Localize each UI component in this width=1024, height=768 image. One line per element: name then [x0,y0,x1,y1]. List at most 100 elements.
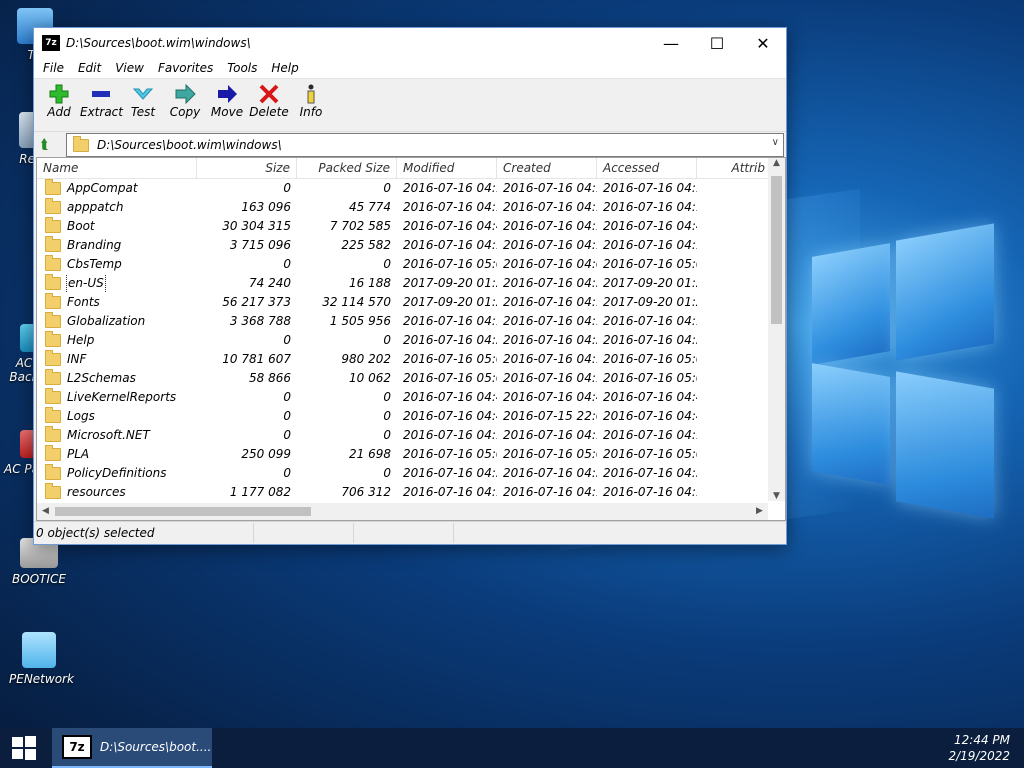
file-name: LiveKernelReports [67,390,177,404]
menu-help[interactable]: Help [264,61,305,75]
status-segment [354,523,454,543]
title-bar[interactable]: 7z D:\Sources\boot.wim\windows\ — ☐ ✕ [34,28,786,58]
cell-modified: 2016-07-16 04:13 [403,181,497,195]
scroll-left-arrow-icon[interactable]: ◀ [37,506,54,516]
menu-favorites[interactable]: Favorites [151,61,220,75]
cell-size: 163 096 [241,200,291,214]
chevron-down-icon[interactable]: ∨ [772,137,779,148]
extract-button[interactable]: Extract [80,79,123,119]
cell-modified: 2016-07-16 05:01 [403,447,497,461]
cell-size: 0 [283,428,291,442]
cell-size: 0 [283,181,291,195]
table-row[interactable]: Boot 30 304 315 7 702 585 2016-07-16 04:42 2… [37,217,785,236]
info-button[interactable]: Info [290,79,332,119]
cell-packed-size: 706 312 [341,485,391,499]
scroll-up-arrow-icon[interactable]: ▲ [768,158,785,168]
table-row[interactable]: CbsTemp 0 0 2016-07-16 05:01 2016-07-16 04:0… [37,255,785,274]
table-row[interactable]: apppatch 163 096 45 774 2016-07-16 04:13 201… [37,198,785,217]
cell-packed-size: 1 505 956 [329,314,391,328]
taskbar-item-title: D:\Sources\boot.... [100,740,212,754]
horizontal-scrollbar[interactable]: ◀ ▶ [37,503,768,520]
table-row[interactable]: PLA 250 099 21 698 2016-07-16 05:01 2016-07-… [37,445,785,464]
scroll-right-arrow-icon[interactable]: ▶ [751,506,768,516]
table-row[interactable]: en-US 74 240 16 188 2017-09-20 01:23 2016-07… [37,274,785,293]
cell-packed-size: 0 [383,257,391,271]
folder-icon [45,445,61,461]
vertical-scrollbar[interactable]: ▲ ▼ [768,158,785,501]
minimize-button[interactable]: — [648,28,694,58]
table-row[interactable]: L2Schemas 58 866 10 062 2016-07-16 05:01 201… [37,369,785,388]
cell-modified: 2016-07-16 04:44 [403,409,497,423]
table-row[interactable]: resources 1 177 082 706 312 2016-07-16 04:1… [37,483,785,502]
clock-time: 12:44 PM [954,733,1010,747]
cell-name: en-US [37,274,197,293]
cell-modified: 2016-07-16 04:13 [403,428,497,442]
cell-accessed: 2016-07-16 05:01 [603,371,697,385]
toolbar-label: Move [210,105,244,119]
table-row[interactable]: Logs 0 0 2016-07-16 04:44 2016-07-15 22:04 20… [37,407,785,426]
copy-button[interactable]: Copy [164,79,206,119]
cell-name: Globalization [37,312,197,331]
maximize-button[interactable]: ☐ [694,28,740,58]
menu-edit[interactable]: Edit [71,61,108,75]
horizontal-scroll-thumb[interactable] [55,507,311,516]
cell-accessed: 2017-09-20 01:23 [603,276,697,290]
address-input[interactable]: D:\Sources\boot.wim\windows\ ∨ [66,133,784,157]
column-header-packed-size[interactable]: Packed Size [297,158,397,178]
cell-accessed: 2016-07-16 05:01 [603,447,697,461]
table-row[interactable]: Globalization 3 368 788 1 505 956 2016-07-1… [37,312,785,331]
cell-packed-size: 0 [383,428,391,442]
test-button[interactable]: Test [122,79,164,119]
file-name: AppCompat [67,181,138,195]
table-row[interactable]: Fonts 56 217 373 32 114 570 2017-09-20 01: 2… [37,293,785,312]
table-row[interactable]: LiveKernelReports 0 0 2016-07-16 04:42 2016-… [37,388,785,407]
file-name: CbsTemp [67,257,122,271]
column-header-accessed[interactable]: Accessed [597,158,697,178]
cell-created: 2016-07-16 04:13 [503,219,597,233]
cell-size: 3 368 788 [229,314,291,328]
cell-name: PolicyDefinitions [37,464,197,483]
cell-name: L2Schemas [37,369,197,388]
cell-created: 2016-07-16 04:13 [503,314,597,328]
add-button[interactable]: Add [38,79,80,119]
cell-packed-size: 980 202 [341,352,391,366]
desktop-icon-bootice[interactable]: BOOTICE [9,538,69,586]
scroll-down-arrow-icon[interactable]: ▼ [768,491,785,501]
file-list[interactable]: Name Size Packed Size Modified Created A… [36,157,786,521]
system-clock[interactable]: 12:44 PM 2/19/2022 [948,732,1010,764]
cell-created: 2016-07-16 04:35 [503,466,597,480]
cell-accessed: 2016-07-16 04:13 [603,485,697,499]
cell-name: Boot [37,217,197,236]
desktop-icon-penetwork[interactable]: PENetwork [9,632,74,686]
cell-packed-size: 10 062 [349,371,391,385]
folder-icon [45,255,61,271]
vertical-scroll-thumb[interactable] [771,176,782,324]
menu-view[interactable]: View [108,61,151,75]
column-header-created[interactable]: Created [497,158,597,178]
menu-tools[interactable]: Tools [220,61,264,75]
table-row[interactable]: Help 0 0 2016-07-16 04:35 2016-07-16 04:35 20… [37,331,785,350]
menu-file[interactable]: File [36,61,71,75]
table-row[interactable]: Microsoft.NET 0 0 2016-07-16 04:13 2016-07-1… [37,426,785,445]
column-header-size[interactable]: Size [197,158,297,178]
folder-icon [45,217,61,233]
cell-accessed: 2016-07-16 04:13 [603,200,697,214]
close-button[interactable]: ✕ [740,28,786,58]
cell-size: 0 [283,466,291,480]
up-folder-icon[interactable]: ⮬ [34,137,56,153]
start-button[interactable] [0,728,48,768]
taskbar-item-7zip[interactable]: 7z D:\Sources\boot.... [52,728,212,768]
desktop-icon-label: BOOTICE [12,572,66,586]
column-header-attrib[interactable]: Attrib [697,158,771,178]
table-row[interactable]: Branding 3 715 096 225 582 2016-07-16 04:13… [37,236,785,255]
table-row[interactable]: AppCompat 0 0 2016-07-16 04:13 2016-07-16 04… [37,179,785,198]
cell-modified: 2017-09-20 01:23 [403,276,497,290]
move-button[interactable]: Move [206,79,248,119]
cell-modified: 2016-07-16 04:42 [403,219,497,233]
delete-button[interactable]: Delete [248,79,290,119]
column-header-name[interactable]: Name [37,158,197,178]
delete-icon [248,83,290,105]
column-header-modified[interactable]: Modified [397,158,497,178]
table-row[interactable]: INF 10 781 607 980 202 2016-07-16 05:01 2016… [37,350,785,369]
table-row[interactable]: PolicyDefinitions 0 0 2016-07-16 04:35 2016-… [37,464,785,483]
